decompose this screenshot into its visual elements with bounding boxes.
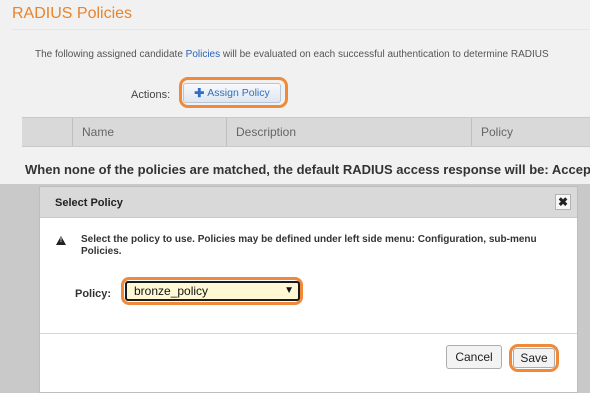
description-suffix: will be evaluated on each successful aut… [220, 49, 549, 60]
default-response-message: When none of the policies are matched, t… [25, 162, 590, 177]
description-prefix: The following assigned candidate [35, 49, 186, 60]
dialog-message: Select the policy to use. Policies may b… [81, 234, 537, 257]
assign-policy-label: Assign Policy [207, 87, 270, 99]
col-select [22, 118, 72, 146]
dialog-title: Select Policy [55, 197, 123, 209]
select-policy-dialog: Select Policy ✖ Select the policy to use… [39, 186, 578, 393]
col-policy[interactable]: Policy [471, 118, 590, 146]
cancel-button[interactable]: Cancel [446, 345, 502, 369]
policy-label: Policy: [75, 288, 112, 300]
warning-icon [56, 236, 66, 245]
chevron-down-icon: ▼ [284, 285, 294, 296]
dialog-footer-divider [40, 333, 577, 334]
plus-icon: ✚ [194, 86, 205, 100]
col-description[interactable]: Description [226, 118, 471, 146]
page-title: RADIUS Policies [12, 5, 133, 22]
title-divider [12, 29, 590, 30]
policy-selected-value: bronze_policy [134, 284, 209, 298]
policy-select[interactable]: bronze_policy ▼ [125, 281, 300, 301]
save-button[interactable]: Save [513, 348, 555, 368]
policies-link[interactable]: Policies [186, 49, 220, 60]
assign-policy-button[interactable]: ✚ Assign Policy [183, 83, 281, 103]
policies-table-header: Name Description Policy [22, 117, 590, 147]
actions-label: Actions: [131, 89, 171, 101]
col-name[interactable]: Name [72, 118, 226, 146]
dialog-header: Select Policy ✖ [40, 187, 577, 218]
page-description: The following assigned candidate Policie… [35, 49, 549, 60]
close-icon[interactable]: ✖ [555, 194, 571, 210]
